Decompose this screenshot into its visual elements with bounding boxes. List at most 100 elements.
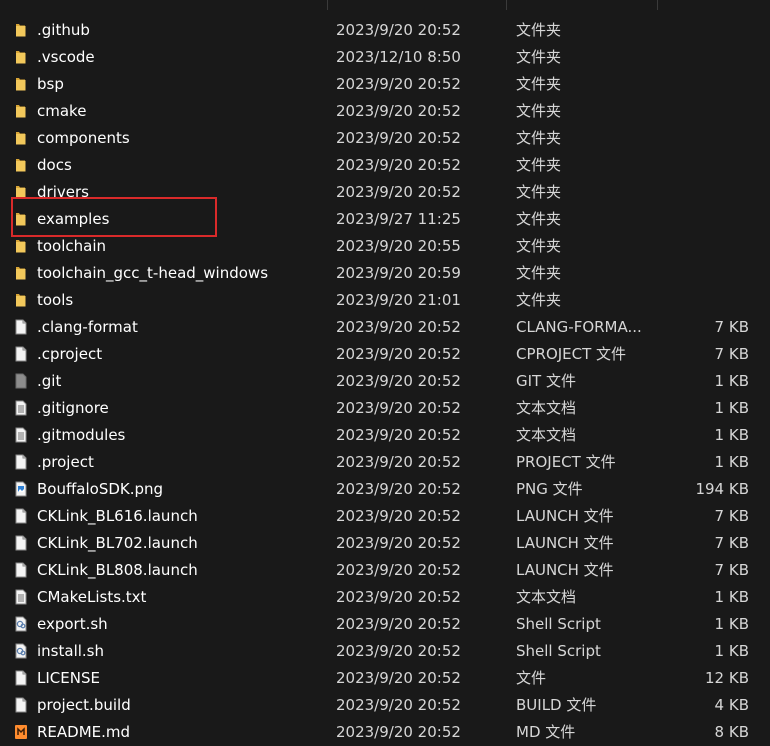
blank-file-icon	[13, 319, 29, 335]
file-type: 文本文档	[516, 399, 577, 417]
file-size	[650, 44, 749, 71]
file-row-3[interactable]: cmake 2023/9/20 20:52 文件夹	[0, 98, 770, 125]
file-date: 2023/9/27 11:25	[336, 210, 461, 228]
column-divider-type[interactable]	[657, 0, 658, 10]
column-divider-date[interactable]	[506, 0, 507, 10]
blank-file-icon	[13, 454, 29, 470]
text-file-icon	[13, 400, 29, 416]
blank-file-icon	[13, 670, 29, 686]
file-size: 194 KB	[695, 480, 749, 498]
file-date: 2023/12/10 8:50	[336, 48, 461, 66]
file-name: CMakeLists.txt	[37, 588, 147, 606]
file-name: README.md	[37, 723, 131, 741]
file-name: tools	[37, 291, 74, 309]
file-row-22[interactable]: export.sh 2023/9/20 20:52 Shell Script 1 KB	[0, 611, 770, 638]
file-size: 4 KB	[714, 696, 749, 714]
file-row-11[interactable]: .clang-format 2023/9/20 20:52 CLANG-FORMA.…	[0, 314, 770, 341]
file-date: 2023/9/20 20:52	[336, 426, 461, 444]
file-type: 文件夹	[516, 237, 562, 255]
folder-icon	[13, 157, 29, 173]
file-name: toolchain_gcc_t-head_windows	[37, 264, 269, 282]
file-date: 2023/9/20 20:52	[336, 129, 461, 147]
file-name: drivers	[37, 183, 89, 201]
file-size	[650, 71, 749, 98]
file-size: 1 KB	[714, 426, 749, 444]
file-size	[650, 233, 749, 260]
file-date: 2023/9/20 20:52	[336, 534, 461, 552]
file-size: 1 KB	[714, 453, 749, 471]
file-date: 2023/9/20 20:52	[336, 75, 461, 93]
file-size	[650, 206, 749, 233]
file-row-23[interactable]: install.sh 2023/9/20 20:52 Shell Script 1 K…	[0, 638, 770, 665]
blank-file-icon	[13, 508, 29, 524]
file-date: 2023/9/20 20:52	[336, 453, 461, 471]
file-type: LAUNCH 文件	[516, 534, 614, 552]
file-row-25[interactable]: project.build 2023/9/20 20:52 BUILD 文件 4 KB	[0, 692, 770, 719]
file-type: 文件夹	[516, 129, 562, 147]
file-row-8[interactable]: toolchain 2023/9/20 20:55 文件夹	[0, 233, 770, 260]
file-row-26[interactable]: README.md 2023/9/20 20:52 MD 文件 8 KB	[0, 719, 770, 746]
file-type: CPROJECT 文件	[516, 345, 627, 363]
file-type: 文件夹	[516, 156, 562, 174]
file-type: 文件夹	[516, 210, 562, 228]
file-date: 2023/9/20 20:52	[336, 561, 461, 579]
file-row-21[interactable]: CMakeLists.txt 2023/9/20 20:52 文本文档 1 KB	[0, 584, 770, 611]
file-list: .github 2023/9/20 20:52 文件夹 .vscode 2023/12/…	[0, 17, 770, 746]
file-type: 文本文档	[516, 588, 577, 606]
file-type: LAUNCH 文件	[516, 561, 614, 579]
file-size	[650, 98, 749, 125]
folder-icon	[13, 130, 29, 146]
file-type: 文本文档	[516, 426, 577, 444]
file-date: 2023/9/20 20:52	[336, 723, 461, 741]
file-row-13[interactable]: .git 2023/9/20 20:52 GIT 文件 1 KB	[0, 368, 770, 395]
file-name: .cproject	[37, 345, 103, 363]
column-divider-name[interactable]	[327, 0, 328, 10]
file-row-10[interactable]: tools 2023/9/20 21:01 文件夹	[0, 287, 770, 314]
file-row-14[interactable]: .gitignore 2023/9/20 20:52 文本文档 1 KB	[0, 395, 770, 422]
file-name: LICENSE	[37, 669, 100, 687]
file-row-17[interactable]: BouffaloSDK.png 2023/9/20 20:52 PNG 文件 194 …	[0, 476, 770, 503]
file-row-0[interactable]: .github 2023/9/20 20:52 文件夹	[0, 17, 770, 44]
file-row-18[interactable]: CKLink_BL616.launch 2023/9/20 20:52 LAUNCH…	[0, 503, 770, 530]
file-type: Shell Script	[516, 642, 601, 660]
file-type: MD 文件	[516, 723, 576, 741]
blank-file-icon	[13, 535, 29, 551]
text-file-icon	[13, 427, 29, 443]
file-size: 1 KB	[714, 372, 749, 390]
file-date: 2023/9/20 20:52	[336, 399, 461, 417]
file-type: 文件夹	[516, 48, 562, 66]
file-row-9[interactable]: toolchain_gcc_t-head_windows 2023/9/20 20…	[0, 260, 770, 287]
file-name: CKLink_BL616.launch	[37, 507, 198, 525]
file-size: 1 KB	[714, 588, 749, 606]
file-row-5[interactable]: docs 2023/9/20 20:52 文件夹	[0, 152, 770, 179]
file-row-6[interactable]: drivers 2023/9/20 20:52 文件夹	[0, 179, 770, 206]
file-date: 2023/9/20 20:52	[336, 480, 461, 498]
file-size: 1 KB	[714, 615, 749, 633]
file-type: 文件夹	[516, 183, 562, 201]
file-row-16[interactable]: .project 2023/9/20 20:52 PROJECT 文件 1 KB	[0, 449, 770, 476]
blank-file-icon	[13, 697, 29, 713]
blank-file-icon	[13, 346, 29, 362]
file-date: 2023/9/20 20:52	[336, 642, 461, 660]
file-row-19[interactable]: CKLink_BL702.launch 2023/9/20 20:52 LAUNCH…	[0, 530, 770, 557]
file-row-20[interactable]: CKLink_BL808.launch 2023/9/20 20:52 LAUNCH…	[0, 557, 770, 584]
file-row-4[interactable]: components 2023/9/20 20:52 文件夹	[0, 125, 770, 152]
file-size: 7 KB	[714, 507, 749, 525]
file-row-1[interactable]: .vscode 2023/12/10 8:50 文件夹	[0, 44, 770, 71]
file-size	[650, 152, 749, 179]
file-size	[650, 287, 749, 314]
file-row-12[interactable]: .cproject 2023/9/20 20:52 CPROJECT 文件 7 KB	[0, 341, 770, 368]
file-date: 2023/9/20 20:52	[336, 102, 461, 120]
file-row-7[interactable]: examples 2023/9/27 11:25 文件夹	[0, 206, 770, 233]
file-row-2[interactable]: bsp 2023/9/20 20:52 文件夹	[0, 71, 770, 98]
file-name: toolchain	[37, 237, 107, 255]
file-row-15[interactable]: .gitmodules 2023/9/20 20:52 文本文档 1 KB	[0, 422, 770, 449]
file-date: 2023/9/20 20:52	[336, 669, 461, 687]
file-name: examples	[37, 210, 110, 228]
file-name: .gitignore	[37, 399, 109, 417]
file-date: 2023/9/20 20:52	[336, 156, 461, 174]
file-name: .project	[37, 453, 94, 471]
file-row-24[interactable]: LICENSE 2023/9/20 20:52 文件 12 KB	[0, 665, 770, 692]
file-type: PROJECT 文件	[516, 453, 616, 471]
file-type: 文件夹	[516, 75, 562, 93]
